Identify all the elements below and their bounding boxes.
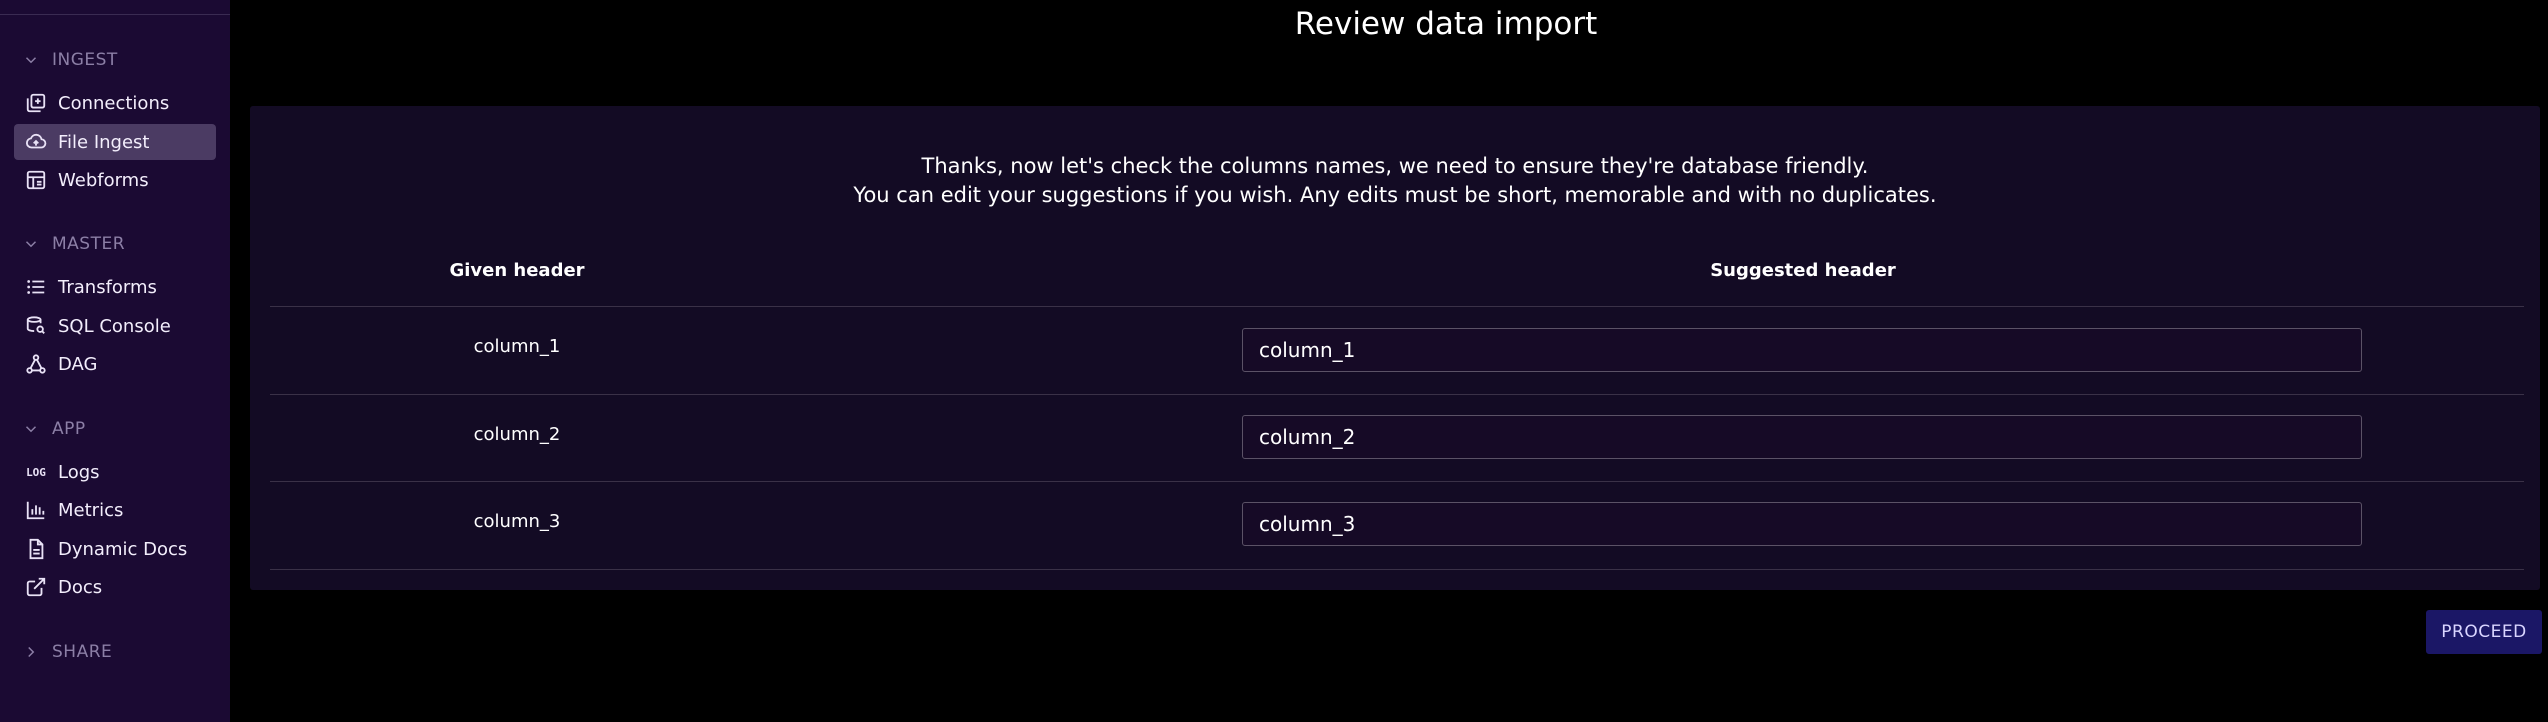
divider: [270, 481, 2524, 482]
review-card: Thanks, now let's check the columns name…: [250, 106, 2540, 590]
suggested-header-input[interactable]: [1242, 328, 2362, 372]
connections-icon: [24, 91, 48, 115]
sidebar: INGEST Connections File Ingest Webforms …: [0, 0, 230, 722]
sidebar-item-label: Webforms: [58, 169, 149, 191]
given-header-cell: column_3: [473, 511, 561, 532]
cloud-upload-icon: [24, 130, 48, 154]
section-label: INGEST: [52, 50, 118, 70]
intro-text: Thanks, now let's check the columns name…: [250, 152, 2540, 210]
sidebar-item-label: Docs: [58, 576, 103, 598]
intro-line-2: You can edit your suggestions if you wis…: [853, 183, 1937, 207]
given-header-label: Given header: [449, 260, 585, 281]
section-label: MASTER: [52, 234, 126, 254]
sidebar-item-label: Dynamic Docs: [58, 538, 188, 560]
sidebar-item-dynamic-docs[interactable]: Dynamic Docs: [14, 531, 216, 567]
section-share[interactable]: SHARE: [22, 641, 112, 663]
intro-line-1: Thanks, now let's check the columns name…: [921, 154, 1869, 178]
sidebar-item-label: Metrics: [58, 499, 124, 521]
section-app[interactable]: APP: [22, 418, 86, 440]
given-header-cell: column_2: [473, 424, 561, 445]
log-icon: LOG: [26, 465, 46, 479]
sidebar-item-connections[interactable]: Connections: [14, 85, 216, 121]
list-icon: [24, 275, 48, 299]
divider: [270, 569, 2524, 570]
bar-chart-icon: [24, 498, 48, 522]
sidebar-item-label: Connections: [58, 92, 170, 114]
external-link-icon: [24, 575, 48, 599]
sidebar-divider: [0, 14, 230, 15]
sidebar-item-logs[interactable]: LOG Logs: [14, 454, 216, 490]
sidebar-item-metrics[interactable]: Metrics: [14, 492, 216, 528]
section-label: APP: [52, 419, 86, 439]
sidebar-item-dag[interactable]: DAG: [14, 346, 216, 382]
divider: [270, 306, 2524, 307]
proceed-button[interactable]: PROCEED: [2426, 610, 2542, 654]
sidebar-item-label: Logs: [58, 461, 100, 483]
form-icon: [24, 168, 48, 192]
divider: [270, 394, 2524, 395]
database-search-icon: [24, 314, 48, 338]
section-label: SHARE: [52, 642, 113, 662]
chevron-down-icon: [25, 241, 37, 248]
sidebar-item-transforms[interactable]: Transforms: [14, 269, 216, 305]
sidebar-item-docs[interactable]: Docs: [14, 569, 216, 605]
sidebar-item-label: DAG: [58, 353, 98, 375]
document-icon: [24, 537, 48, 561]
sidebar-item-sql-console[interactable]: SQL Console: [14, 308, 216, 344]
sidebar-item-webforms[interactable]: Webforms: [14, 162, 216, 198]
graph-icon: [24, 352, 48, 376]
section-ingest[interactable]: INGEST: [22, 49, 118, 71]
chevron-right-icon: [28, 646, 35, 658]
sidebar-item-file-ingest[interactable]: File Ingest: [14, 124, 216, 160]
sidebar-item-label: SQL Console: [58, 315, 171, 337]
page-title: Review data import: [1294, 6, 1598, 42]
sidebar-item-label: Transforms: [58, 276, 157, 298]
section-master[interactable]: MASTER: [22, 233, 125, 255]
suggested-header-input[interactable]: [1242, 415, 2362, 459]
chevron-down-icon: [25, 426, 37, 433]
chevron-down-icon: [25, 57, 37, 64]
sidebar-item-label: File Ingest: [58, 131, 150, 153]
suggested-header-label: Suggested header: [1710, 260, 1896, 281]
suggested-header-input[interactable]: [1242, 502, 2362, 546]
given-header-cell: column_1: [473, 336, 561, 357]
